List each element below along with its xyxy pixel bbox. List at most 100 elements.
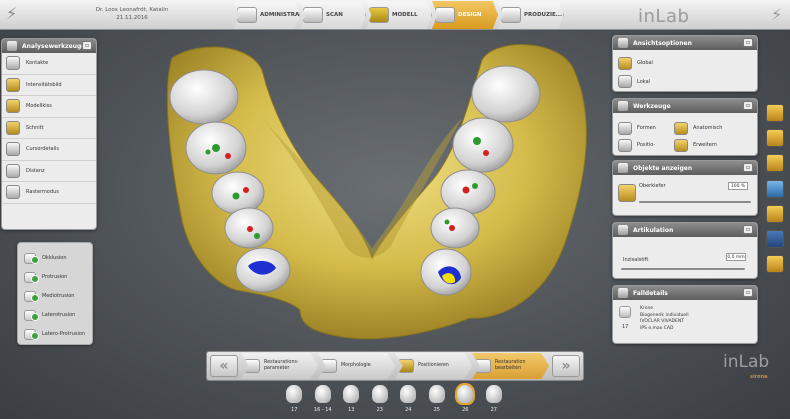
tooth-item[interactable]: 25 (423, 385, 452, 417)
tool-label: Modellkiss (26, 103, 52, 110)
articulator-icon (618, 225, 628, 235)
movement-label: Protrusion (42, 273, 68, 280)
tooth-item[interactable]: 27 (480, 385, 509, 417)
parameters-icon (244, 359, 260, 373)
phase-restoration-parameters[interactable]: Restaurations-parameter (241, 353, 318, 379)
step-label: MODELL (392, 12, 418, 18)
tool-anatomic[interactable]: Anatomisch (669, 118, 749, 138)
checked-tooth-icon (24, 289, 39, 302)
analysis-icon (7, 41, 17, 51)
view-global[interactable]: Global (613, 52, 757, 74)
contacts-icon (6, 56, 20, 71)
previous-phase-button[interactable]: « (210, 355, 238, 377)
next-phase-button[interactable]: » (552, 355, 580, 377)
movement-label: Okklusion (42, 254, 67, 261)
incisal-pin-slider[interactable] (621, 268, 745, 270)
tool-model-kiss[interactable]: Modellkiss (2, 96, 96, 118)
view-label: Global (637, 60, 653, 66)
tooth-item[interactable]: 24 (394, 385, 423, 417)
menu-logo-icon[interactable]: ⚡ (771, 5, 783, 25)
tooth-item[interactable]: 23 (366, 385, 395, 417)
brand-watermark: inLab (723, 352, 770, 372)
tooth-label: 26 (462, 407, 469, 413)
tooth-icon (286, 385, 303, 403)
object-upper-jaw[interactable]: Oberkiefer 100 % (613, 175, 757, 211)
panel-header: Werkzeuge ▫ (613, 99, 757, 113)
tool-cursor-details[interactable]: Cursordetails (2, 139, 96, 161)
step-administration[interactable]: ADMINISTRATION (234, 1, 300, 29)
pin-icon[interactable]: ▫ (743, 288, 753, 297)
step-production[interactable]: PRODUZIE... (498, 1, 564, 29)
step-label: PRODUZIE... (524, 12, 563, 18)
object-label: Oberkiefer (639, 183, 666, 189)
milling-icon (501, 7, 521, 23)
tool-section[interactable]: Schnitt (2, 118, 96, 139)
movement-laterotrusion[interactable]: Laterotrusion (18, 305, 92, 324)
panel-title: Artikulation (633, 226, 674, 234)
step-model[interactable]: MODELL (366, 1, 432, 29)
tooth-item[interactable]: 13 (337, 385, 366, 417)
tool-label: Intensitätsbild (26, 81, 62, 88)
tool-shapes[interactable]: Formen (613, 118, 669, 138)
tool-strip-button-6[interactable] (766, 230, 784, 248)
tool-strip-button-4[interactable] (766, 180, 784, 198)
phase-label: Restaurations-parameter (264, 360, 299, 372)
tool-strip-button-2[interactable] (766, 129, 784, 147)
checked-tooth-icon (24, 251, 39, 264)
scan-icon (303, 7, 323, 23)
incisal-pin-value[interactable]: 0,0 mm (726, 253, 746, 261)
workflow-steps: ADMINISTRATION SCAN MODELL DESIGN PRODUZ… (234, 1, 564, 29)
tooth-label: 13 (348, 407, 355, 413)
model-icon (369, 7, 389, 23)
tool-label: Anatomisch (693, 125, 723, 131)
tool-contacts[interactable]: Kontakte (2, 53, 96, 75)
tool-extend[interactable]: Erweitern (669, 138, 749, 152)
tooth-item[interactable]: 17 (280, 385, 309, 417)
edit-restoration-icon (475, 359, 491, 373)
extend-icon (674, 138, 688, 152)
tool-intensity[interactable]: Intensitätsbild (2, 75, 96, 96)
movement-protrusion[interactable]: Protrusion (18, 267, 92, 286)
tool-grid-mode[interactable]: Rastermodus (2, 182, 96, 204)
tools-icon (618, 101, 628, 111)
articulation-panel: Artikulation ▫ Inzisalstift 0,0 mm (612, 222, 758, 279)
tooth-icon (343, 385, 360, 403)
tooth-label: 27 (490, 407, 497, 413)
grid-icon (6, 185, 20, 200)
phase-label-line1: Restauration (495, 360, 526, 365)
phase-morphology[interactable]: Morphologie (318, 353, 395, 379)
panel-header: Artikulation ▫ (613, 223, 757, 237)
tooth-item-active[interactable]: 26 (451, 385, 480, 417)
shapes-icon (618, 121, 632, 135)
phase-edit-restoration[interactable]: Restauration bearbeiten (472, 353, 549, 379)
phase-positioning[interactable]: Positionieren (395, 353, 472, 379)
pin-icon[interactable]: ▫ (743, 38, 753, 47)
opacity-value[interactable]: 100 % (728, 182, 748, 190)
tooth-selector: 17 16 - 14 13 23 24 25 26 27 (280, 385, 508, 417)
incisal-pin-row[interactable]: Inzisalstift 0,0 mm (613, 237, 757, 277)
tool-strip-button-7[interactable] (766, 255, 784, 273)
tooth-item[interactable]: 16 - 14 (309, 385, 338, 417)
step-label: SCAN (326, 12, 343, 18)
step-scan[interactable]: SCAN (300, 1, 366, 29)
movement-occlusion[interactable]: Okklusion (18, 248, 92, 267)
view-local[interactable]: Lokal (613, 74, 757, 89)
tool-strip-button-1[interactable] (766, 104, 784, 122)
pin-icon[interactable]: ▫ (82, 41, 92, 50)
step-design[interactable]: DESIGN (432, 1, 498, 29)
movement-latero-protrusion[interactable]: Latero-Protrusion (18, 324, 92, 343)
pin-icon[interactable]: ▫ (743, 225, 753, 234)
tool-position[interactable]: Positio- (613, 138, 669, 152)
phase-bar: « Restaurations-parameter Morphologie Po… (206, 351, 584, 381)
opacity-slider[interactable] (639, 201, 751, 203)
pin-icon[interactable]: ▫ (743, 101, 753, 110)
positioning-icon (398, 359, 414, 373)
tooth-label: 17 (291, 407, 298, 413)
movement-mediotrusion[interactable]: Mediotrusion (18, 286, 92, 305)
pin-icon[interactable]: ▫ (743, 163, 753, 172)
distance-icon (6, 163, 20, 178)
tool-strip-button-5[interactable] (766, 205, 784, 223)
tool-distance[interactable]: Distanz (2, 161, 96, 182)
tool-strip-button-3[interactable] (766, 154, 784, 172)
movement-label: Laterotrusion (42, 311, 76, 318)
